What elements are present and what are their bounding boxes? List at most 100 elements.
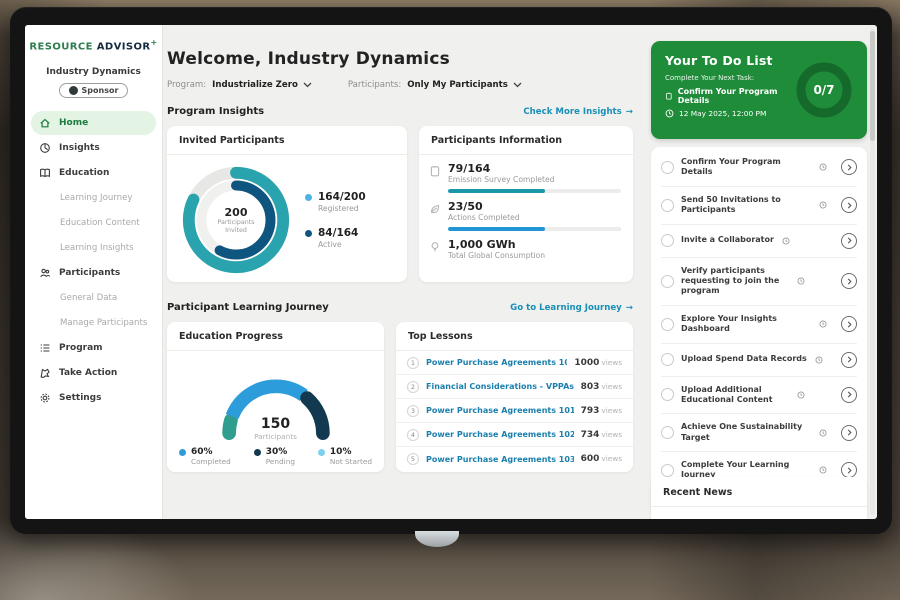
invited-participants-card: Invited Participants 200 Participants In…	[167, 126, 407, 282]
sidebar-item-settings[interactable]: Settings	[25, 385, 162, 410]
stat-label: Total Global Consumption	[448, 251, 545, 260]
task-row: Upload Additional Educational Content	[661, 377, 857, 415]
sidebar-item-learning-insights[interactable]: Learning Insights	[25, 235, 162, 260]
task-row: Verify participants requesting to join t…	[661, 258, 857, 306]
program-select-value: Industrialize Zero	[212, 80, 298, 90]
filters-row: Program: Industrialize Zero Participants…	[167, 80, 633, 90]
sidebar-item-participants[interactable]: Participants	[25, 260, 162, 285]
check-more-insights-link[interactable]: Check More Insights →	[523, 107, 633, 117]
take-action-icon	[39, 367, 51, 379]
stat-emission-survey: 79/164 Emission Survey Completed	[429, 162, 621, 184]
program-filter-label: Program:	[167, 80, 206, 90]
app-screen: RESOURCE ADVISOR+ Industry Dynamics Spon…	[25, 25, 877, 519]
sidebar-item-learning-journey[interactable]: Learning Journey	[25, 185, 162, 210]
clock-icon	[665, 109, 674, 118]
time-icon	[819, 163, 827, 171]
recent-news-title: Recent News	[651, 477, 867, 507]
sidebar-nav: Home Insights Education Learning Journey…	[25, 111, 162, 410]
lesson-views: 803	[581, 382, 600, 392]
lesson-row: 4 Power Purchase Agreements 102 734views	[396, 423, 633, 447]
task-checkbox[interactable]	[661, 318, 674, 331]
time-icon	[819, 320, 827, 328]
legend-label: Pending	[266, 457, 295, 466]
sidebar-item-education[interactable]: Education	[25, 160, 162, 185]
scrollbar-thumb[interactable]	[870, 31, 875, 141]
sidebar-item-label: General Data	[60, 293, 117, 303]
program-select[interactable]: Industrialize Zero	[212, 80, 312, 90]
arrow-right-icon: →	[626, 303, 633, 313]
main-content: Welcome, Industry Dynamics Program: Indu…	[167, 25, 633, 519]
lesson-rank: 5	[407, 453, 419, 465]
task-row: Invite a Collaborator	[661, 225, 857, 258]
participants-select[interactable]: Only My Participants	[407, 80, 522, 90]
chevron-right-icon	[847, 237, 852, 244]
todo-title: Your To Do List	[665, 53, 793, 68]
legend-item-completed: 60% Completed	[179, 447, 231, 466]
top-lessons-card: Top Lessons 1 Power Purchase Agreements …	[396, 322, 633, 472]
task-chevron-button[interactable]	[841, 197, 857, 213]
sidebar-item-home[interactable]: Home	[31, 111, 156, 135]
logo-primary: RESOURCE	[29, 41, 92, 52]
sidebar-item-label: Manage Participants	[60, 318, 147, 328]
todo-next-task-label: Confirm Your Program Details	[678, 87, 793, 105]
task-chevron-button[interactable]	[841, 316, 857, 332]
task-checkbox[interactable]	[661, 426, 674, 439]
task-checkbox[interactable]	[661, 161, 674, 174]
program-insights-header: Program Insights Check More Insights →	[167, 106, 633, 117]
views-label: views	[601, 406, 622, 415]
lesson-link[interactable]: Power Purchase Agreements 103	[426, 455, 574, 464]
link-label: Check More Insights	[523, 107, 621, 117]
task-checkbox[interactable]	[661, 275, 674, 288]
lesson-link[interactable]: Financial Considerations - VPPAs	[426, 382, 574, 391]
task-checkbox[interactable]	[661, 464, 674, 477]
task-checkbox[interactable]	[661, 353, 674, 366]
legend-dot	[179, 449, 186, 456]
go-to-learning-journey-link[interactable]: Go to Learning Journey →	[510, 303, 633, 313]
task-chevron-button[interactable]	[841, 425, 857, 441]
list-icon	[39, 342, 51, 354]
lesson-link[interactable]: Power Purchase Agreements 101	[426, 406, 574, 415]
task-chevron-button[interactable]	[841, 387, 857, 403]
sidebar-item-label: Take Action	[59, 368, 117, 378]
legend-value: 164/200	[318, 191, 366, 203]
people-icon	[39, 267, 51, 279]
sidebar-item-label: Education	[59, 168, 109, 178]
legend-value: 60%	[191, 447, 231, 457]
task-row: Achieve One Sustainability Target	[661, 414, 857, 452]
logo-plus: +	[150, 38, 157, 47]
scrollbar[interactable]	[870, 29, 875, 515]
task-checkbox[interactable]	[661, 234, 674, 247]
sidebar-item-general-data[interactable]: General Data	[25, 285, 162, 310]
sponsor-badge[interactable]: Sponsor	[59, 83, 129, 98]
sidebar-item-education-content[interactable]: Education Content	[25, 210, 162, 235]
actions-progress-bar	[448, 227, 621, 231]
lesson-rank: 2	[407, 381, 419, 393]
learning-journey-title: Participant Learning Journey	[167, 302, 329, 313]
todo-column: Your To Do List Complete Your Next Task:…	[651, 25, 867, 519]
task-checkbox[interactable]	[661, 199, 674, 212]
todo-subtitle: Complete Your Next Task:	[665, 74, 793, 82]
task-chevron-button[interactable]	[841, 352, 857, 368]
invited-donut-chart: 200 Participants Invited	[177, 161, 295, 279]
sponsor-label: Sponsor	[82, 86, 119, 95]
legend-label: Registered	[318, 204, 366, 213]
lesson-link[interactable]: Power Purchase Agreements 102	[426, 430, 574, 439]
sidebar-item-program[interactable]: Program	[25, 335, 162, 360]
task-chevron-button[interactable]	[841, 273, 857, 289]
sidebar-item-take-action[interactable]: Take Action	[25, 360, 162, 385]
lesson-link[interactable]: Power Purchase Agreements 101	[426, 358, 567, 367]
org-name: Industry Dynamics	[25, 67, 162, 77]
sidebar-item-insights[interactable]: Insights	[25, 135, 162, 160]
donut-center-value: 200	[225, 206, 248, 219]
book-icon	[39, 167, 51, 179]
task-chevron-button[interactable]	[841, 233, 857, 249]
todo-due-date: 12 May 2025, 12:00 PM	[665, 109, 793, 118]
legend-value: 10%	[330, 447, 372, 457]
task-checkbox[interactable]	[661, 388, 674, 401]
lesson-rank: 3	[407, 405, 419, 417]
stat-actions-completed: 23/50 Actions Completed	[429, 200, 621, 222]
home-icon	[39, 117, 51, 129]
stat-label: Actions Completed	[448, 213, 520, 222]
sidebar-item-manage-participants[interactable]: Manage Participants	[25, 310, 162, 335]
task-chevron-button[interactable]	[841, 159, 857, 175]
